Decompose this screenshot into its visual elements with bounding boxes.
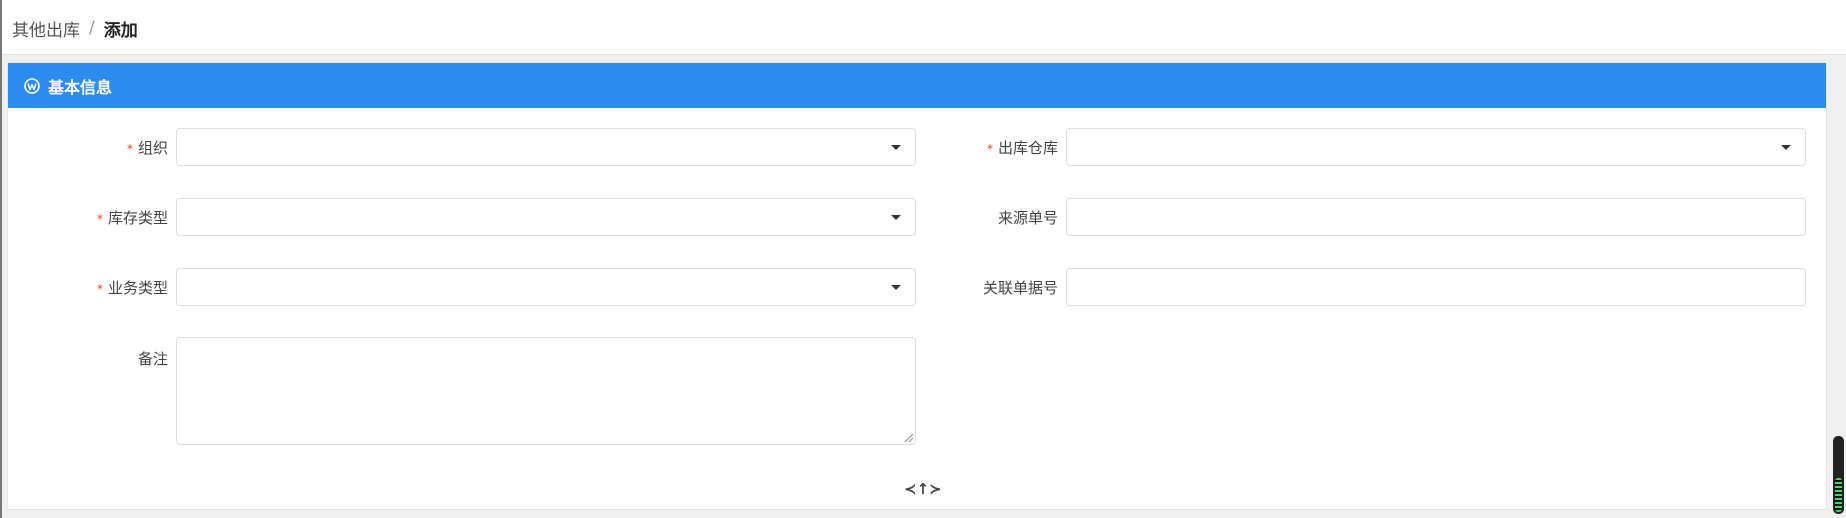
required-mark: *: [126, 141, 133, 156]
organization-label: * 组织: [126, 139, 168, 157]
organization-select[interactable]: [176, 128, 916, 166]
resize-grip-icon[interactable]: [903, 432, 913, 442]
caret-down-icon: [1781, 145, 1791, 150]
outbound-warehouse-select[interactable]: [1066, 128, 1806, 166]
required-mark: *: [96, 211, 103, 226]
remark-textarea[interactable]: [176, 337, 916, 445]
panel-header: 基本信息: [8, 63, 1826, 108]
source-order-no-input[interactable]: [1066, 198, 1806, 236]
business-type-select[interactable]: [176, 268, 916, 306]
inventory-type-select[interactable]: [176, 198, 916, 236]
caret-down-icon: [891, 215, 901, 220]
remark-label: 备注: [137, 350, 168, 368]
breadcrumb-parent-link[interactable]: 其他出库: [12, 16, 80, 41]
related-doc-no-label: 关联单据号: [982, 279, 1058, 297]
required-mark: *: [986, 141, 993, 156]
required-mark: *: [96, 281, 103, 296]
caret-down-icon: [891, 285, 901, 290]
related-doc-no-input[interactable]: [1066, 268, 1806, 306]
breadcrumb-separator: /: [89, 18, 95, 38]
wordpress-icon: [24, 77, 40, 94]
business-type-label: * 业务类型: [96, 279, 168, 297]
breadcrumb: 其他出库 / 添加: [12, 0, 138, 56]
panel-title: 基本信息: [48, 77, 113, 97]
inventory-type-label: * 库存类型: [96, 209, 168, 227]
top-bar: 其他出库 / 添加: [2, 0, 1846, 55]
source-order-no-label: 来源单号: [997, 209, 1058, 227]
window-left-edge: [0, 0, 2, 518]
outbound-warehouse-label: * 出库仓库: [986, 139, 1058, 157]
collapse-toggle-icon[interactable]: ≺↑≻: [904, 480, 942, 498]
scrollbar-thumb[interactable]: [1835, 478, 1842, 512]
breadcrumb-current: 添加: [103, 20, 138, 41]
caret-down-icon: [891, 145, 901, 150]
